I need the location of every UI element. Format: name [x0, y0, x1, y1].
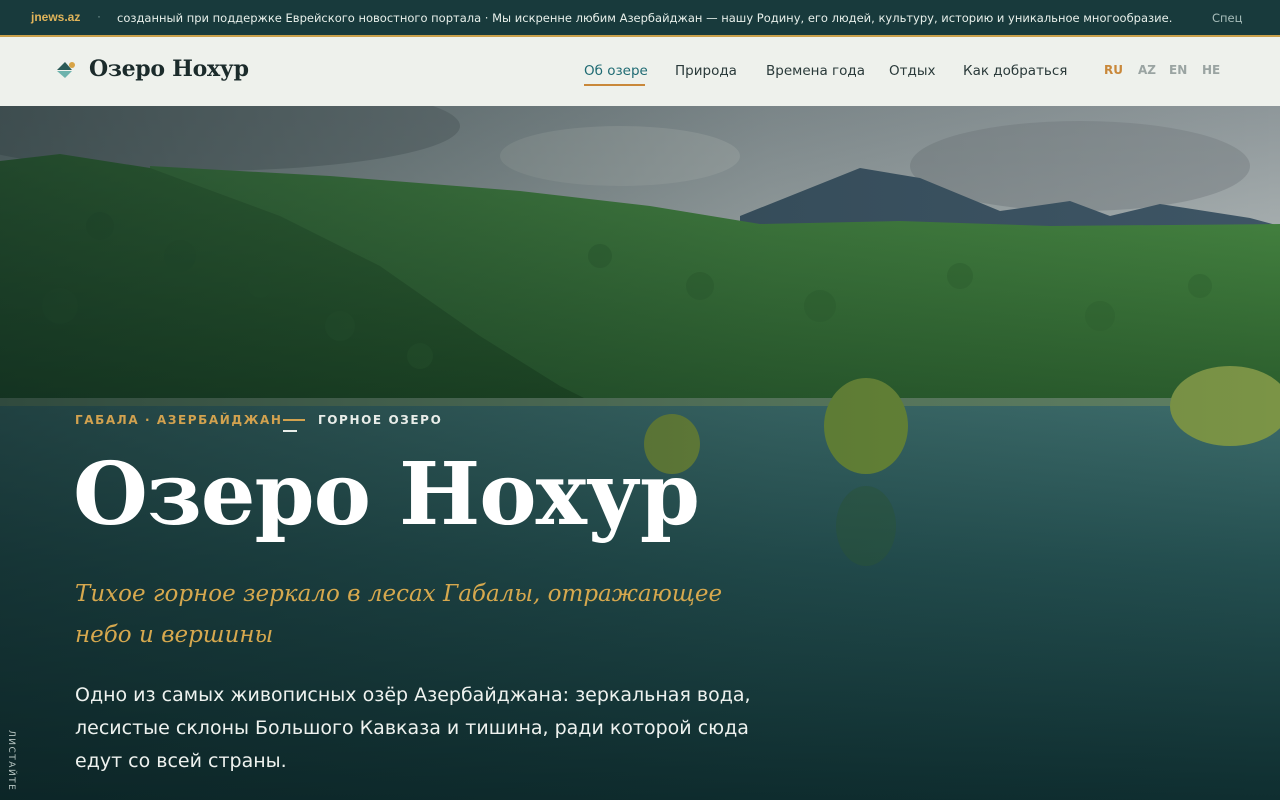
hero-location-label: ГАБАЛА · АЗЕРБАЙДЖАН: [75, 413, 283, 427]
lang-az[interactable]: AZ: [1138, 63, 1156, 77]
mountain-lake-icon: [57, 62, 75, 78]
ticker-brand-link[interactable]: jnews.az: [31, 10, 80, 24]
news-ticker: jnews.az · созданный при поддержке Еврей…: [0, 0, 1280, 37]
hero-type-label: ГОРНОЕ ОЗЕРО: [318, 413, 443, 427]
nav-how-to-get[interactable]: Как добраться: [963, 63, 1067, 79]
nav-active-indicator: [584, 84, 645, 86]
hero-section: ГАБАЛА · АЗЕРБАЙДЖАН ГОРНОЕ ОЗЕРО Озеро …: [0, 106, 1280, 800]
scroll-hint[interactable]: ЛИСТАЙТЕ: [2, 730, 16, 791]
nav-leisure[interactable]: Отдых: [889, 63, 935, 79]
eyebrow-divider-secondary: [283, 430, 297, 432]
hero-title: Озеро Нохур: [73, 444, 700, 545]
lang-ru[interactable]: RU: [1104, 63, 1123, 77]
nav-nature[interactable]: Природа: [675, 63, 737, 79]
ticker-separator: ·: [97, 9, 101, 23]
hero-lead-text: Одно из самых живописных озёр Азербайджа…: [75, 684, 751, 772]
nav-about[interactable]: Об озере: [584, 63, 648, 79]
site-header: Озеро Нохур Об озере Природа Времена год…: [0, 37, 1280, 106]
ticker-message: созданный при поддержке Еврейского новос…: [117, 11, 1173, 25]
lang-en[interactable]: EN: [1169, 63, 1187, 77]
hero-subtitle: Тихое горное зеркало в лесах Габалы, отр…: [75, 581, 723, 648]
site-logo[interactable]: Озеро Нохур: [89, 56, 249, 82]
lang-he[interactable]: HE: [1202, 63, 1220, 77]
ticker-message-continued: Спец: [1212, 11, 1243, 25]
eyebrow-divider: [283, 419, 305, 421]
nav-seasons[interactable]: Времена года: [766, 63, 865, 79]
